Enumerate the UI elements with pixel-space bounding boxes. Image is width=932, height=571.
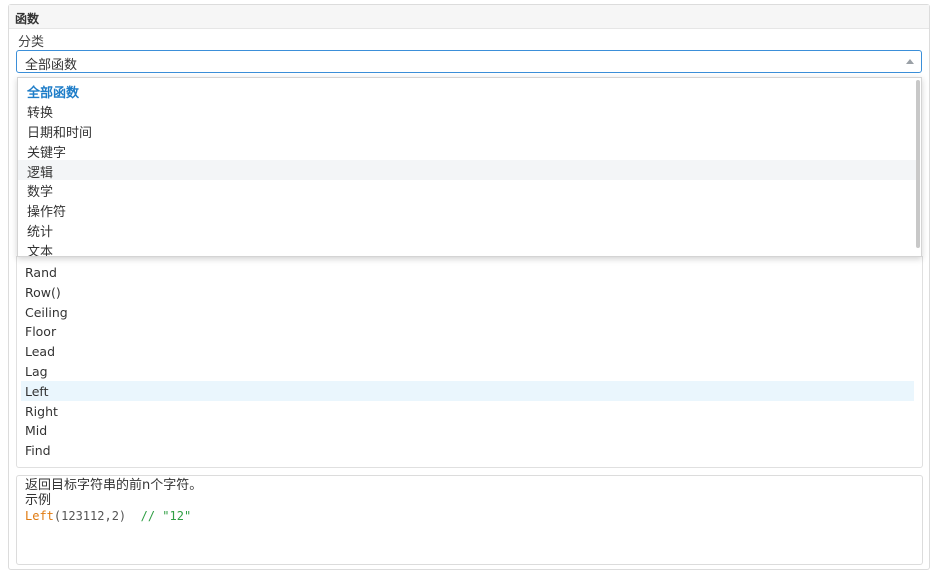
example-function: Left (25, 509, 54, 523)
function-item-row[interactable]: Row() (21, 282, 914, 302)
dropdown-scrollbar[interactable] (916, 80, 920, 248)
panel-title: 函数 (9, 5, 929, 29)
function-item-ceiling[interactable]: Ceiling (21, 302, 914, 322)
function-item-right[interactable]: Right (21, 401, 914, 421)
function-item-find[interactable]: Find (21, 440, 914, 460)
description-summary: 返回目标字符串的前n个字符。 (25, 478, 203, 493)
function-description: 返回目标字符串的前n个字符。 示例 Left(123112,2) // "12" (16, 475, 923, 565)
function-list[interactable]: Rand Row() Ceiling Floor Lead Lag Left R… (16, 256, 923, 468)
category-option-text[interactable]: 文本 (18, 239, 916, 256)
function-item-mid[interactable]: Mid (21, 420, 914, 440)
example-label: 示例 (25, 493, 52, 508)
function-item-lag[interactable]: Lag (21, 361, 914, 381)
example-args: (123112,2) (53, 509, 127, 523)
category-dropdown[interactable]: 全部函数 转换 日期和时间 关键字 逻辑 数学 操作符 统计 文本 (17, 77, 922, 257)
chevron-up-icon[interactable] (906, 59, 914, 64)
example-code: Left(123112,2) // "12" (25, 508, 914, 524)
category-option-statistics[interactable]: 统计 (18, 219, 916, 240)
category-option-operator[interactable]: 操作符 (18, 199, 916, 220)
function-item-left[interactable]: Left (21, 381, 914, 401)
function-item-lead[interactable]: Lead (21, 341, 914, 361)
function-item-floor[interactable]: Floor (21, 321, 914, 341)
category-option-math[interactable]: 数学 (18, 179, 916, 200)
category-option-datetime[interactable]: 日期和时间 (18, 120, 916, 141)
function-item-rand[interactable]: Rand (21, 262, 914, 282)
category-option-all[interactable]: 全部函数 (18, 80, 916, 101)
category-select[interactable]: 全部函数 (16, 50, 922, 73)
category-option-keyword[interactable]: 关键字 (18, 140, 916, 161)
category-option-logic[interactable]: 逻辑 (18, 160, 916, 181)
category-select-value: 全部函数 (25, 58, 78, 73)
example-comment: // "12" (140, 509, 192, 523)
category-option-conversion[interactable]: 转换 (18, 100, 916, 121)
category-label: 分类 (18, 35, 45, 50)
